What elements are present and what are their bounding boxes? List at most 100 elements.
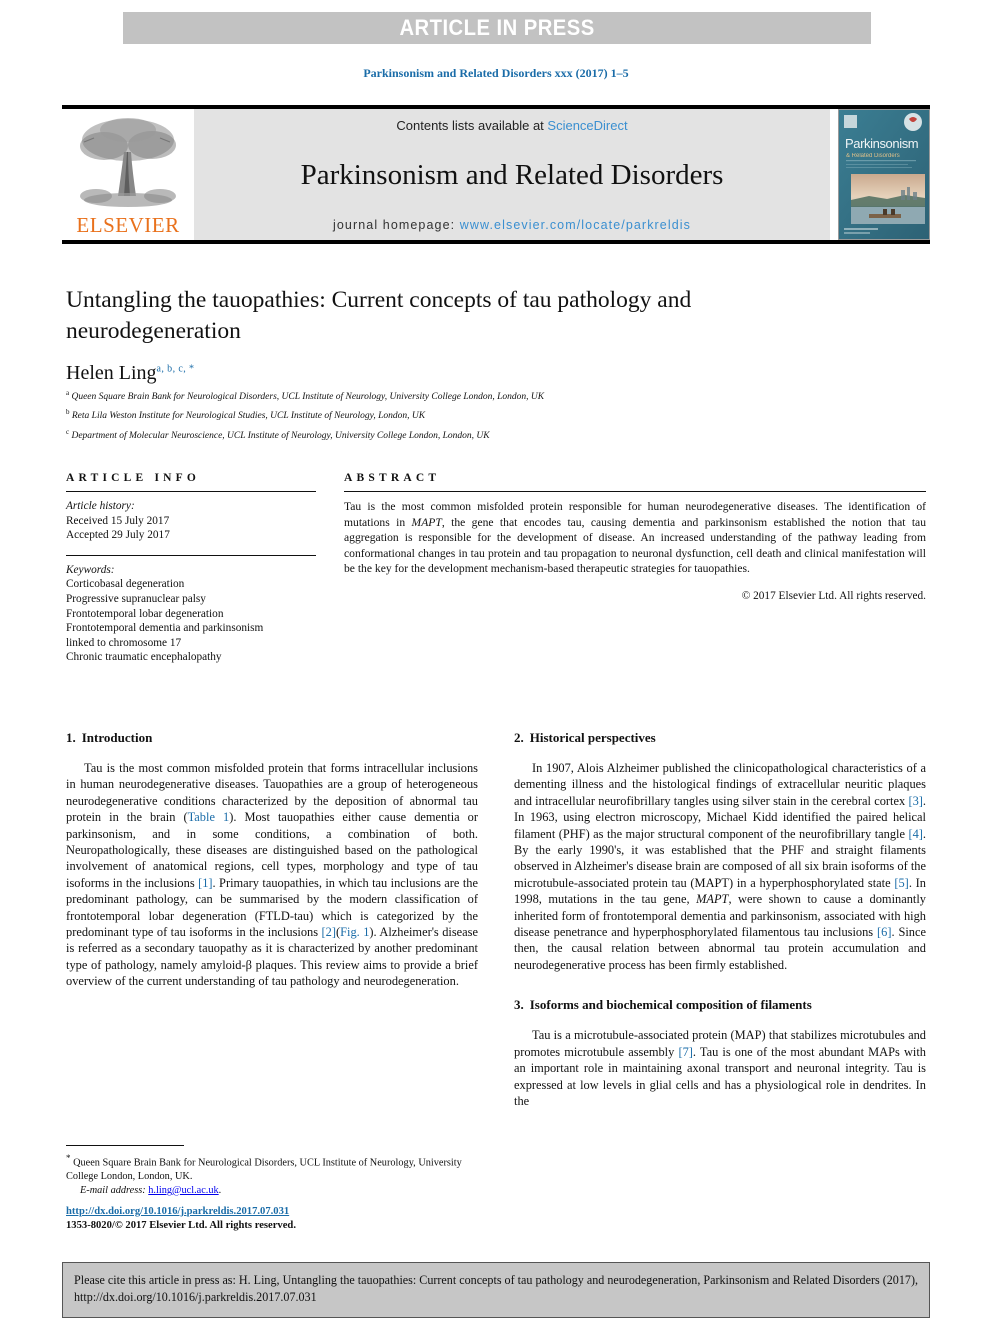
section-title-1: Introduction	[81, 730, 153, 745]
keyword-item: linked to chromosome 17	[66, 636, 182, 649]
article-info-label: ARTICLE INFO	[66, 472, 201, 484]
article-accepted-date: Accepted 29 July 2017	[66, 529, 170, 542]
article-info-rule	[66, 491, 316, 492]
section-title-3: Isoforms and biochemical composition of …	[529, 997, 812, 1013]
doi-link[interactable]: http://dx.doi.org/10.1016/j.parkreldis.2…	[66, 1205, 526, 1219]
author-name: Helen Ling	[66, 362, 157, 384]
keyword-item: Frontotemporal dementia and parkinsonism	[66, 622, 264, 635]
reference-link[interactable]: [1]	[198, 876, 212, 890]
info-and-abstract: ARTICLE INFO Article history: Received 1…	[66, 472, 926, 665]
elsevier-tree-icon	[80, 118, 176, 207]
footnote-rule	[66, 1145, 184, 1146]
citation-footer-text: Please cite this article in press as: H.…	[74, 1273, 918, 1304]
email-link[interactable]: h.ling@ucl.ac.uk	[148, 1185, 218, 1196]
article-in-press-banner: ARTICLE IN PRESS	[123, 12, 871, 44]
contents-lists-line: Contents lists available at ScienceDirec…	[396, 118, 627, 133]
historical-paragraph: In 1907, Alois Alzheimer published the c…	[514, 760, 926, 973]
keyword-item: Corticobasal degeneration	[66, 578, 185, 591]
section-heading-isoforms: 3. Isoforms and biochemical composition o…	[514, 997, 926, 1013]
masthead-bottom-rule	[62, 240, 930, 244]
reference-link[interactable]: [4]	[908, 827, 922, 841]
affiliation-text-b: Reta Lila Weston Institute for Neurologi…	[71, 411, 426, 422]
homepage-prefix: journal homepage:	[332, 218, 460, 232]
affiliation-mark-b: b	[66, 408, 70, 417]
abstract-rule	[344, 491, 926, 492]
contents-prefix: Contents lists available at	[396, 118, 548, 133]
journal-title: Parkinsonism and Related Disorders	[300, 159, 724, 191]
running-head: Parkinsonism and Related Disorders xxx (…	[363, 66, 629, 80]
section-heading-introduction: 1. Introduction	[66, 730, 478, 746]
journal-cover-thumbnail: Parkinsonism & Related Disorders	[838, 109, 930, 240]
affiliation-1: a Queen Square Brain Bank for Neurologic…	[66, 387, 926, 404]
title-block: Untangling the tauopathies: Current conc…	[66, 285, 926, 443]
sciencedirect-link[interactable]: ScienceDirect	[547, 118, 627, 133]
body-column-gap	[478, 730, 514, 1109]
affiliation-mark-a: a	[66, 389, 70, 397]
email-period: .	[218, 1184, 222, 1196]
section-number-2: 2.	[514, 730, 524, 745]
reference-link[interactable]: [3]	[908, 794, 922, 808]
section-number-3: 3.	[514, 997, 524, 1013]
reference-link[interactable]: [2]	[322, 925, 336, 939]
reference-link[interactable]: Table 1	[188, 810, 230, 824]
affiliation-3: c Department of Molecular Neuroscience, …	[66, 426, 926, 443]
keyword-item: Chronic traumatic encephalopathy	[66, 651, 222, 664]
abstract-gene-name: MAPT	[411, 515, 442, 529]
section-heading-historical: 2. Historical perspectives	[514, 730, 926, 746]
author-line: Helen Linga, b, c, *	[66, 362, 926, 385]
elsevier-logo: ELSEVIER	[62, 109, 194, 240]
journal-cover-image: Parkinsonism & Related Disorders	[839, 110, 929, 239]
issn-line: 1353-8020/© 2017 Elsevier Ltd. All right…	[66, 1220, 296, 1231]
reference-link[interactable]: [7]	[678, 1045, 692, 1059]
email-label: E-mail address:	[80, 1184, 146, 1196]
body-columns: 1. Introduction Tau is the most common mi…	[66, 730, 926, 1109]
masthead-center: Contents lists available at ScienceDirec…	[194, 109, 830, 240]
text-run: In 1907, Alois Alzheimer published the c…	[514, 761, 926, 808]
elsevier-wordmark: ELSEVIER	[76, 213, 180, 237]
journal-masthead: ELSEVIER Contents lists available at Sci…	[62, 105, 930, 244]
keywords-rule	[66, 554, 316, 556]
reference-link[interactable]: Fig. 1	[340, 925, 369, 939]
keywords-label: Keywords:	[66, 563, 115, 576]
page-title: Untangling the tauopathies: Current conc…	[66, 287, 692, 344]
imprint-block: http://dx.doi.org/10.1016/j.parkreldis.2…	[66, 1205, 526, 1233]
article-in-press-label: ARTICLE IN PRESS	[399, 15, 595, 40]
journal-homepage-line: journal homepage: www.elsevier.com/locat…	[333, 218, 691, 232]
affiliation-2: b Reta Lila Weston Institute for Neurolo…	[66, 406, 926, 423]
article-page: ARTICLE IN PRESS Parkinsonism and Relate…	[0, 0, 992, 1323]
affiliation-text-a: Queen Square Brain Bank for Neurological…	[71, 392, 545, 403]
article-history-label: Article history:	[66, 500, 135, 512]
affiliation-mark-c: c	[66, 427, 70, 436]
abstract-column: ABSTRACT Tau is the most common misfolde…	[344, 472, 926, 665]
gene-name: MAPT	[696, 892, 729, 907]
column-gap	[316, 472, 344, 665]
footnote-address-text: Queen Square Brain Bank for Neurological…	[66, 1157, 462, 1183]
introduction-paragraph: Tau is the most common misfolded protein…	[66, 760, 478, 990]
left-column: 1. Introduction Tau is the most common mi…	[66, 730, 478, 1109]
reference-link[interactable]: [6]	[877, 925, 891, 939]
abstract-label: ABSTRACT	[344, 472, 441, 484]
section-number-1: 1.	[66, 730, 76, 745]
affiliation-text-c: Department of Molecular Neuroscience, UC…	[71, 430, 490, 441]
corresponding-author-footnote: * Queen Square Brain Bank for Neurologic…	[66, 1145, 478, 1197]
footnote-asterisk: *	[66, 1153, 71, 1163]
article-info-column: ARTICLE INFO Article history: Received 1…	[66, 472, 316, 665]
svg-text:& Related Disorders: & Related Disorders	[846, 153, 900, 159]
author-affiliation-marks: a, b, c, *	[156, 363, 195, 375]
keywords-block: Keywords: Corticobasal degeneration Prog…	[66, 563, 316, 665]
footnote-email-line: E-mail address: h.ling@ucl.ac.uk.	[66, 1184, 478, 1198]
abstract-copyright: © 2017 Elsevier Ltd. All rights reserved…	[741, 589, 926, 602]
article-received-date: Received 15 July 2017	[66, 514, 170, 527]
abstract-text: Tau is the most common misfolded protein…	[344, 499, 926, 577]
footnote-address: * Queen Square Brain Bank for Neurologic…	[66, 1152, 478, 1184]
keyword-item: Progressive supranuclear palsy	[66, 592, 206, 605]
article-history: Article history: Received 15 July 2017 A…	[66, 499, 316, 543]
citation-footer-box: Please cite this article in press as: H.…	[62, 1262, 930, 1318]
isoforms-paragraph: Tau is a microtubule-associated protein …	[514, 1027, 926, 1109]
right-column: 2. Historical perspectives In 1907, Alois…	[514, 730, 926, 1109]
svg-text:Parkinsonism: Parkinsonism	[845, 136, 918, 151]
section-title-2: Historical perspectives	[529, 730, 656, 745]
keyword-item: Frontotemporal lobar degeneration	[66, 607, 224, 620]
reference-link[interactable]: [5]	[894, 876, 908, 890]
homepage-url-link[interactable]: www.elsevier.com/locate/parkreldis	[460, 218, 691, 232]
